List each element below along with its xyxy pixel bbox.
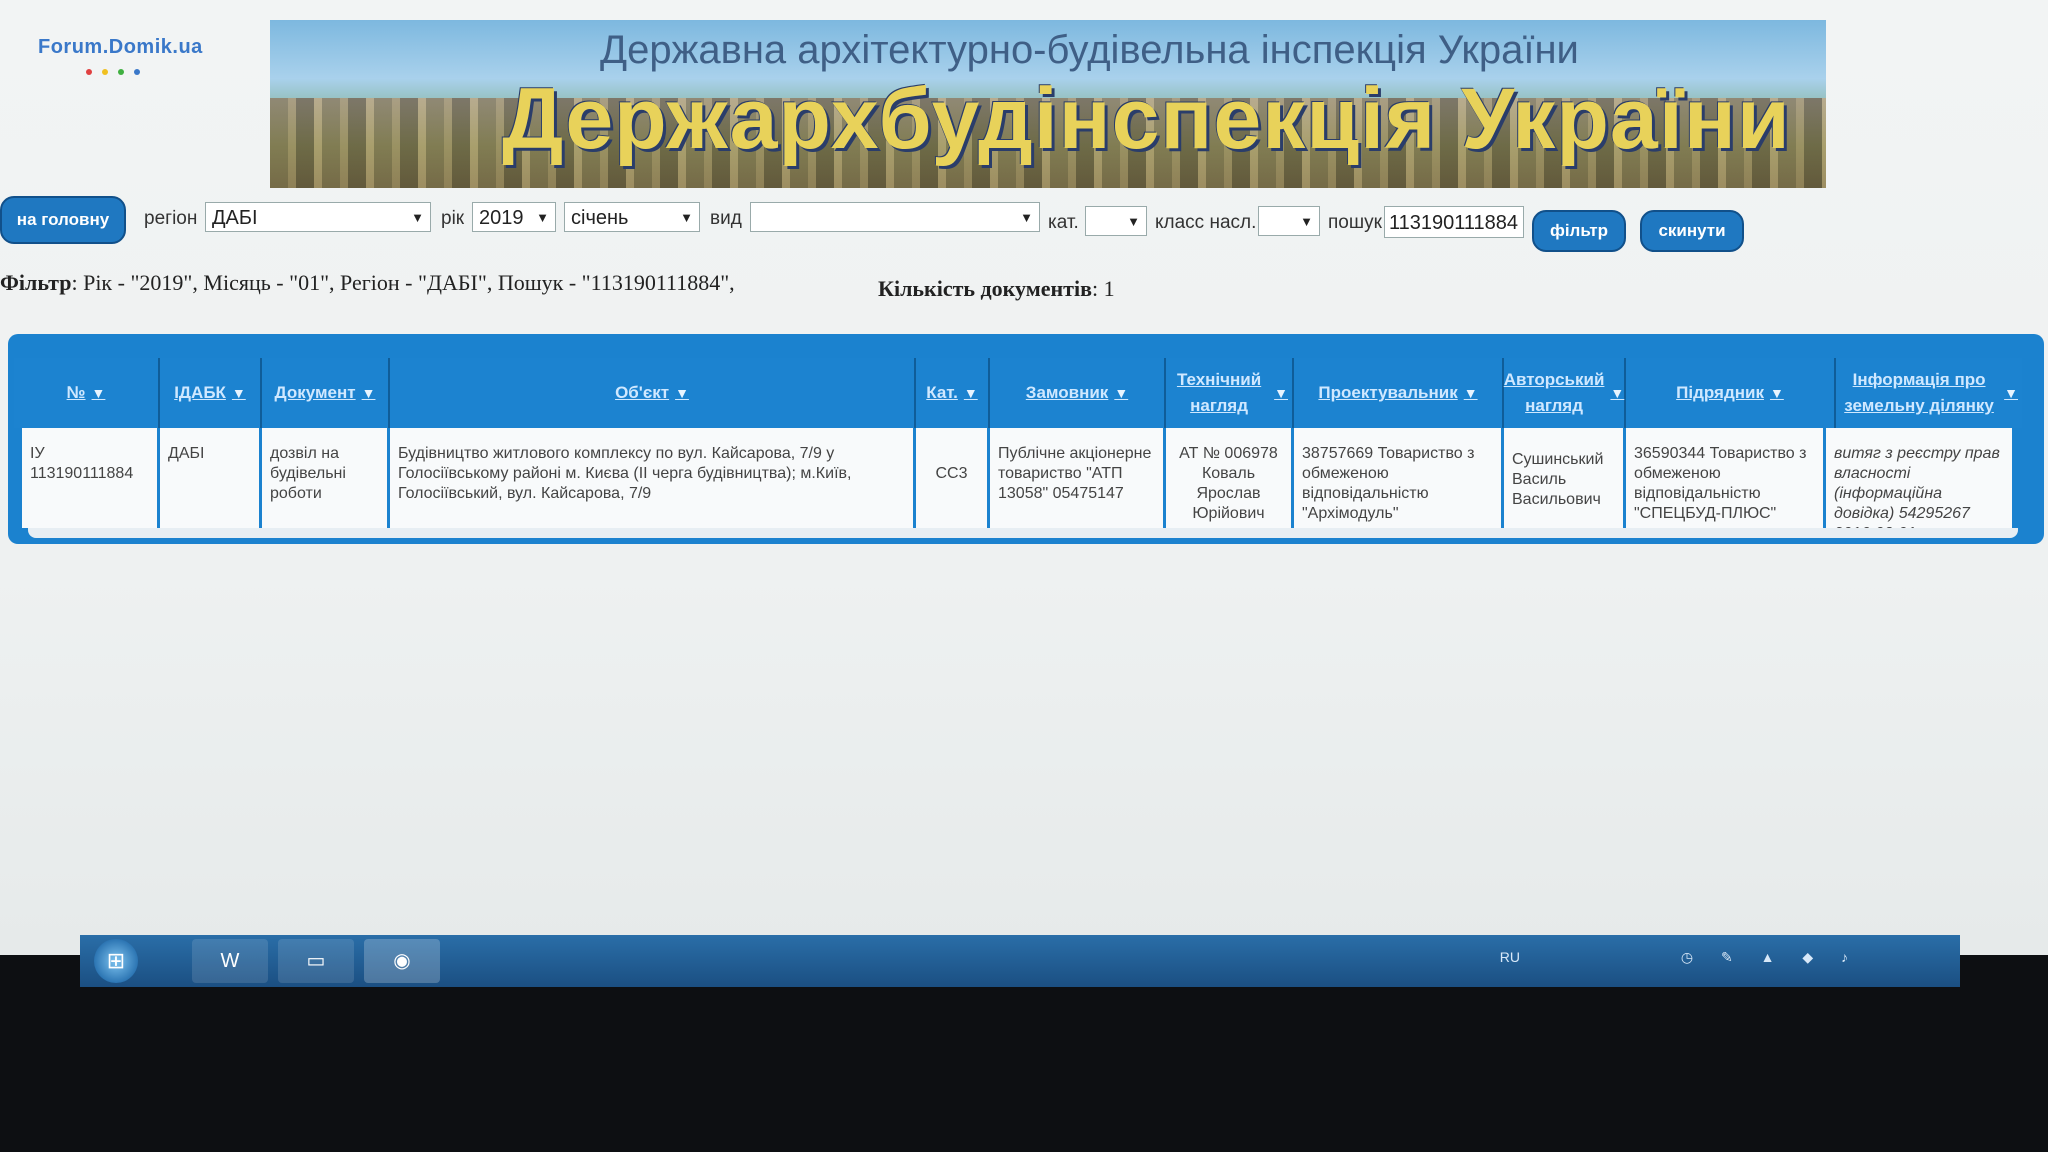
column-header-idabk[interactable]: ІДАБК ▼	[160, 358, 262, 428]
sort-icon: ▼	[231, 385, 246, 401]
table-row[interactable]: ІУ 113190111884 ДАБІ дозвіл на будівельн…	[22, 428, 2012, 528]
document-count-value: : 1	[1091, 276, 1115, 301]
watermark-dots	[86, 62, 150, 80]
column-header-contractor[interactable]: Підрядник ▼	[1626, 358, 1836, 428]
type-label: вид	[710, 208, 742, 229]
chevron-down-icon: ▼	[411, 210, 424, 225]
start-icon[interactable]: ⊞	[94, 939, 138, 983]
region-label: регіон	[144, 208, 198, 229]
chevron-down-icon: ▼	[1300, 214, 1313, 229]
search-input[interactable]: 113190111884	[1384, 206, 1524, 238]
class-label: класс насл.	[1155, 212, 1257, 233]
filter-summary: Фільтр: Рік - "2019", Місяць - "01", Рег…	[0, 270, 735, 296]
column-header-number[interactable]: № ▼	[14, 358, 160, 428]
cell-idabk: ДАБІ	[160, 428, 262, 528]
sort-icon: ▼	[361, 385, 376, 401]
cell-land-info: витяг з реєстру прав власності (інформац…	[1826, 428, 2012, 528]
month-select[interactable]: січень ▼	[564, 202, 700, 232]
reset-button[interactable]: скинути	[1640, 210, 1744, 252]
year-select[interactable]: 2019 ▼	[472, 202, 556, 232]
banner-subtitle: Державна архітектурно-будівельна інспекц…	[600, 28, 1579, 72]
type-select[interactable]: ▼	[750, 202, 1040, 232]
cell-contractor: 36590344 Товариство з обмеженою відповід…	[1626, 428, 1826, 528]
cell-tech-supervision: АТ № 006978 Коваль Ярослав Юрійович	[1166, 428, 1294, 528]
sort-icon: ▼	[1610, 385, 1625, 401]
column-header-label: Кат.	[926, 383, 958, 402]
column-header-label: Документ	[274, 383, 356, 402]
category-select[interactable]: ▼	[1085, 206, 1147, 236]
year-label: рік	[441, 208, 465, 229]
sort-icon: ▼	[1769, 385, 1784, 401]
column-header-label: Проектувальник	[1318, 383, 1458, 402]
column-header-category[interactable]: Кат. ▼	[916, 358, 990, 428]
column-header-label: Підрядник	[1676, 383, 1764, 402]
column-header-label: №	[66, 383, 86, 402]
sort-icon: ▼	[2004, 385, 2018, 401]
cell-designer: 38757669 Товариство з обмеженою відповід…	[1294, 428, 1504, 528]
browser-page: Forum.Domik.ua Державна архітектурно-буд…	[0, 0, 2048, 955]
year-select-value: 2019	[479, 207, 524, 229]
column-header-tech-supervision[interactable]: Технічний нагляд ▼	[1166, 358, 1294, 428]
column-header-label: Інформація про земельну ділянку	[1844, 370, 1994, 415]
taskbar: ⊞ W ▭ ◉ RU ◷ ✎ ▲ ◆ ♪	[80, 935, 1960, 987]
tray-icons[interactable]: ◷ ✎ ▲ ◆ ♪	[1681, 949, 1860, 966]
region-select-value: ДАБІ	[212, 207, 258, 229]
language-indicator[interactable]: RU	[1500, 949, 1520, 965]
column-header-label: Замовник	[1025, 383, 1109, 402]
chevron-down-icon: ▼	[536, 210, 549, 225]
column-header-author-supervision[interactable]: Авторський нагляд ▼	[1504, 358, 1626, 428]
banner-title: Держархбудінспекція України	[502, 71, 1791, 167]
document-count: Кількість документів: 1	[878, 276, 1115, 302]
results-table: № ▼ ІДАБК ▼ Документ ▼ Об'єкт ▼ Кат. ▼ Замовн…	[8, 334, 2044, 544]
class-select[interactable]: ▼	[1258, 206, 1320, 236]
filter-toolbar: на головну регіон ДАБІ ▼ рік 2019 ▼ січе…	[0, 196, 2048, 252]
filter-summary-label: Фільтр	[0, 270, 72, 295]
sort-icon: ▼	[1463, 385, 1478, 401]
column-header-label: Об'єкт	[615, 383, 670, 402]
region-select[interactable]: ДАБІ ▼	[205, 202, 431, 232]
sort-icon: ▼	[1274, 385, 1288, 401]
cell-customer: Публічне акціонерне товариство "АТП 1305…	[990, 428, 1166, 528]
cell-object: Будівництво житлового комплексу по вул. …	[390, 428, 916, 528]
header-banner: Державна архітектурно-будівельна інспекц…	[270, 20, 1826, 188]
cell-author-supervision: Сушинський Василь Васильович	[1504, 428, 1626, 528]
watermark-logo: Forum.Domik.ua	[38, 36, 203, 58]
column-header-label: Авторський нагляд	[1503, 370, 1605, 415]
word-icon[interactable]: W	[192, 939, 268, 983]
column-header-object[interactable]: Об'єкт ▼	[390, 358, 916, 428]
column-header-land-info[interactable]: Інформація про земельну ділянку ▼	[1836, 358, 2022, 428]
sort-icon: ▼	[675, 385, 689, 401]
month-select-value: січень	[571, 207, 629, 229]
filter-summary-text: : Рік - "2019", Місяць - "01", Регіон - …	[71, 270, 735, 295]
chevron-down-icon: ▼	[680, 210, 693, 225]
filter-button[interactable]: фільтр	[1532, 210, 1626, 252]
column-header-label: ІДАБК	[174, 383, 226, 402]
sort-icon: ▼	[1114, 385, 1129, 401]
sort-icon: ▼	[91, 385, 106, 401]
cell-category: СС3	[916, 428, 990, 528]
category-label: кат.	[1048, 212, 1079, 233]
table-header-row: № ▼ ІДАБК ▼ Документ ▼ Об'єкт ▼ Кат. ▼ Замовн…	[14, 358, 2022, 428]
cell-document: дозвіл на будівельні роботи	[262, 428, 390, 528]
column-header-customer[interactable]: Замовник ▼	[990, 358, 1166, 428]
cell-number: ІУ 113190111884	[22, 428, 160, 528]
sort-icon: ▼	[963, 385, 978, 401]
explorer-icon[interactable]: ▭	[278, 939, 354, 983]
column-header-label: Технічний нагляд	[1176, 370, 1262, 415]
home-button[interactable]: на головну	[0, 196, 126, 244]
column-header-designer[interactable]: Проектувальник ▼	[1294, 358, 1504, 428]
chevron-down-icon: ▼	[1020, 210, 1033, 225]
column-header-document[interactable]: Документ ▼	[262, 358, 390, 428]
table-footer	[28, 528, 2018, 538]
chevron-down-icon: ▼	[1127, 214, 1140, 229]
document-count-label: Кількість документів	[878, 276, 1092, 301]
search-label: пошук	[1328, 212, 1382, 233]
chrome-icon[interactable]: ◉	[364, 939, 440, 983]
